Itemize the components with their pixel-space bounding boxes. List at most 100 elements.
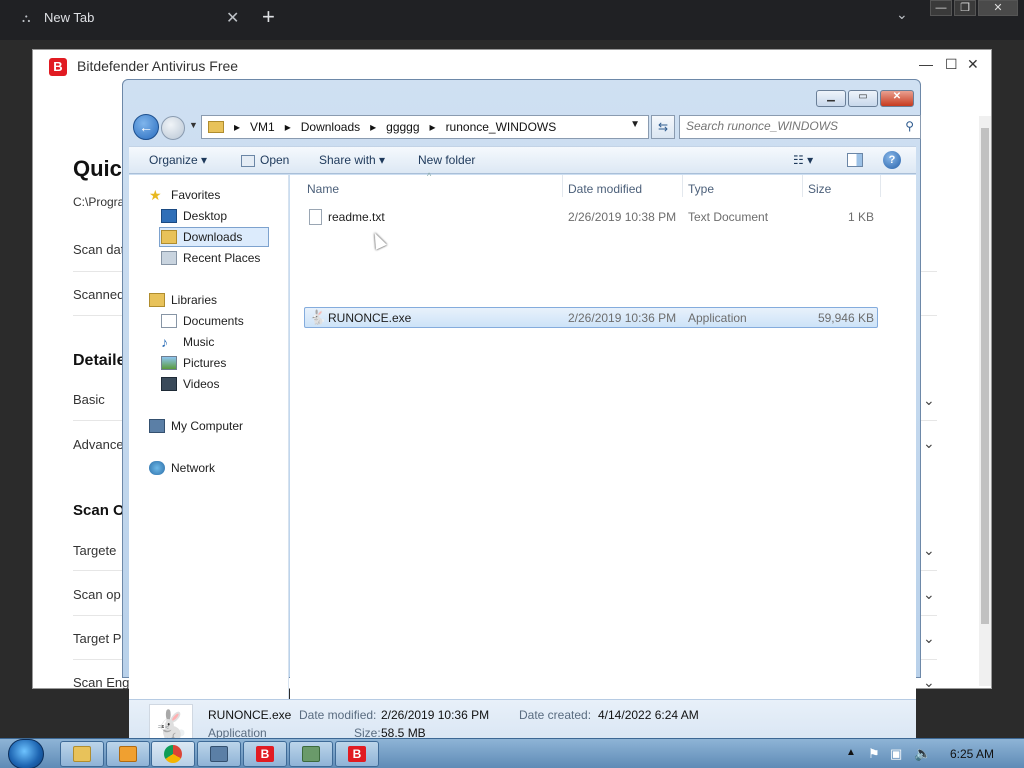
scrollbar-thumb[interactable] <box>981 128 989 624</box>
start-button[interactable] <box>8 739 44 768</box>
search-icon[interactable]: ⚲ <box>905 119 914 133</box>
nav-network[interactable]: Network <box>149 458 215 478</box>
refresh-button[interactable]: ⇆ <box>651 115 675 139</box>
volume-icon[interactable]: 🔈 <box>914 745 931 762</box>
scan-date-label: Scan dat <box>73 242 125 257</box>
action-center-flag-icon[interactable]: ⚑ <box>868 746 880 762</box>
breadcrumb-item[interactable]: Downloads <box>301 120 360 134</box>
search-input[interactable] <box>686 119 896 133</box>
taskbar-media-player[interactable] <box>106 741 150 767</box>
recent-places-icon <box>161 251 177 265</box>
breadcrumb-separator-icon[interactable]: ▸ <box>285 120 291 134</box>
scan-options-label[interactable]: Scan op <box>73 587 121 602</box>
target-label[interactable]: Target P <box>73 631 121 646</box>
taskbar-setup[interactable] <box>289 741 333 767</box>
breadcrumb-item[interactable]: runonce_WINDOWS <box>446 120 557 134</box>
breadcrumb-separator-icon[interactable]: ▸ <box>370 120 376 134</box>
nav-label: Network <box>171 461 216 475</box>
bitdefender-scrollbar[interactable] <box>979 116 991 686</box>
taskbar-explorer[interactable] <box>60 741 104 767</box>
back-button[interactable]: ← <box>133 114 159 140</box>
column-header-type[interactable]: Type <box>688 182 714 196</box>
folder-icon <box>73 746 91 762</box>
nav-label: Downloads <box>183 230 243 244</box>
column-separator[interactable] <box>802 175 803 197</box>
sort-ascending-icon: ^ <box>427 171 432 181</box>
nav-videos[interactable]: Videos <box>161 374 219 394</box>
bd-close-button[interactable]: ✕ <box>967 56 979 73</box>
browser-tab[interactable]: ⛬ New Tab ✕ <box>8 2 248 34</box>
chevron-down-icon[interactable]: ⌄ <box>923 674 935 691</box>
bd-maximize-button[interactable]: ☐ <box>945 56 958 73</box>
clock[interactable]: 6:25 AM <box>950 747 994 761</box>
file-name: readme.txt <box>328 210 385 224</box>
address-dropdown-icon[interactable]: ▼ <box>630 119 640 130</box>
advanced-label[interactable]: Advance <box>73 437 124 452</box>
nav-my-computer[interactable]: My Computer <box>149 416 243 436</box>
column-separator[interactable] <box>880 175 881 197</box>
taskbar-remote[interactable] <box>197 741 241 767</box>
column-separator[interactable] <box>562 175 563 197</box>
view-options-icon[interactable]: ☷ ▾ <box>793 153 813 167</box>
music-icon: ♪ <box>161 334 168 350</box>
chevron-down-icon[interactable]: ⌄ <box>923 392 935 409</box>
bd-minimize-button[interactable]: — <box>919 56 933 72</box>
nav-pictures[interactable]: Pictures <box>161 353 226 373</box>
taskbar-bitdefender-2[interactable]: B <box>335 741 379 767</box>
nav-recent-places[interactable]: Recent Places <box>161 248 260 268</box>
explorer-maximize-button[interactable]: ▭ <box>848 90 878 107</box>
forward-button[interactable] <box>161 116 185 140</box>
browser-minimize-button[interactable]: — <box>930 0 952 16</box>
network-tray-icon[interactable]: ▣ <box>890 746 902 762</box>
open-button[interactable]: Open <box>260 153 289 167</box>
browser-maximize-button[interactable]: ❐ <box>954 0 976 16</box>
help-icon[interactable]: ? <box>883 151 901 169</box>
taskbar-chrome[interactable] <box>151 741 195 767</box>
browser-close-button[interactable]: ✕ <box>978 0 1018 16</box>
column-header-name[interactable]: Name <box>307 182 339 196</box>
tab-search-button[interactable]: ⌄ <box>896 6 908 23</box>
file-row-selected[interactable]: 🐇 RUNONCE.exe 2/26/2019 10:36 PM Applica… <box>304 307 878 328</box>
breadcrumb-separator-icon[interactable]: ▸ <box>234 120 240 134</box>
nav-label: Favorites <box>171 188 221 202</box>
breadcrumb[interactable]: ▸ VM1 ▸ Downloads ▸ ggggg ▸ runonce_WIND… <box>201 115 649 139</box>
nav-favorites[interactable]: ★ Favorites <box>149 185 220 205</box>
tab-close-icon[interactable]: ✕ <box>226 8 239 28</box>
targeted-label[interactable]: Targete <box>73 543 116 558</box>
share-with-button[interactable]: Share with ▾ <box>319 153 385 167</box>
breadcrumb-separator-icon[interactable]: ▸ <box>430 120 436 134</box>
tab-title: New Tab <box>44 10 95 25</box>
file-type: Application <box>688 311 747 325</box>
preview-pane-icon[interactable] <box>847 153 863 167</box>
chevron-down-icon[interactable]: ⌄ <box>923 586 935 603</box>
nav-libraries[interactable]: Libraries <box>149 290 217 310</box>
taskbar-bitdefender[interactable]: B <box>243 741 287 767</box>
file-date: 2/26/2019 10:38 PM <box>568 210 677 224</box>
column-separator[interactable] <box>682 175 683 197</box>
nav-downloads[interactable]: Downloads <box>159 227 269 247</box>
nav-music[interactable]: ♪ Music <box>161 332 214 352</box>
nav-desktop[interactable]: Desktop <box>161 206 227 226</box>
organize-button[interactable]: Organize ▾ <box>149 153 207 167</box>
tray-overflow-icon[interactable]: ▲ <box>846 747 856 758</box>
column-header-size[interactable]: Size <box>808 182 831 196</box>
nav-documents[interactable]: Documents <box>161 311 244 331</box>
chevron-down-icon[interactable]: ⌄ <box>923 630 935 647</box>
explorer-close-button[interactable]: ✕ <box>880 90 914 107</box>
chevron-down-icon[interactable]: ⌄ <box>923 435 935 452</box>
file-list: Name ^ Date modified Type Size readme.tx… <box>290 171 916 699</box>
explorer-minimize-button[interactable]: ▁ <box>816 90 846 107</box>
detailed-heading: Detaile <box>73 352 126 369</box>
breadcrumb-item[interactable]: VM1 <box>250 120 275 134</box>
recent-pages-dropdown-icon[interactable]: ▼ <box>189 120 198 130</box>
open-icon <box>241 155 255 167</box>
breadcrumb-item[interactable]: ggggg <box>386 120 419 134</box>
column-header-date-modified[interactable]: Date modified <box>568 182 642 196</box>
setup-icon <box>302 746 320 762</box>
basic-label[interactable]: Basic <box>73 392 105 407</box>
new-folder-button[interactable]: New folder <box>418 153 475 167</box>
chevron-down-icon[interactable]: ⌄ <box>923 542 935 559</box>
file-row[interactable]: readme.txt 2/26/2019 10:38 PM Text Docum… <box>304 207 878 228</box>
search-box[interactable]: ⚲ <box>679 115 921 139</box>
new-tab-button[interactable]: + <box>262 4 280 29</box>
